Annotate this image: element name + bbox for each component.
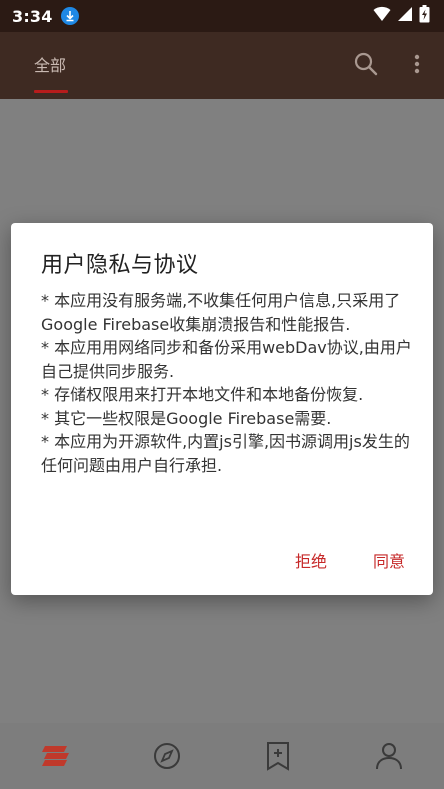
- dialog-paragraph: * 本应用用网络同步和备份采用webDav协议,由用户自己提供同步服务.: [41, 338, 412, 381]
- signal-icon: [397, 6, 413, 26]
- dialog-paragraph: * 其它一些权限是Google Firebase需要.: [41, 408, 332, 428]
- search-icon[interactable]: [352, 50, 380, 78]
- status-time: 3:34: [12, 6, 53, 26]
- dialog-paragraph: * 存储权限用来打开本地文件和本地备份恢复.: [41, 385, 364, 404]
- dialog-paragraph: * 本应用没有服务端,不收集任何用户信息,只采用了Google Firebase…: [41, 291, 401, 334]
- privacy-dialog: 用户隐私与协议 * 本应用没有服务端,不收集任何用户信息,只采用了Google …: [11, 223, 433, 595]
- download-icon: [60, 7, 79, 25]
- tab-all[interactable]: 全部: [34, 52, 66, 76]
- status-left: 3:34: [12, 7, 79, 26]
- tab-indicator: [34, 90, 68, 93]
- more-vert-icon[interactable]: [408, 50, 426, 78]
- battery-charging-icon: [419, 5, 430, 27]
- status-right: [373, 5, 430, 27]
- agree-button[interactable]: 同意: [373, 548, 405, 572]
- status-bar: 3:34: [0, 0, 444, 32]
- bottom-nav: [0, 723, 444, 789]
- app-bar: 全部: [0, 32, 444, 99]
- dialog-title: 用户隐私与协议: [41, 253, 199, 278]
- dialog-paragraph: * 本应用为开源软件,内置js引擎,因书源调用js发生的任何问题由用户自行承担.: [41, 432, 410, 475]
- add-bookmark-icon[interactable]: [258, 736, 298, 776]
- explore-icon[interactable]: [147, 736, 187, 776]
- wifi-icon: [373, 6, 391, 26]
- bookshelf-icon[interactable]: [36, 736, 76, 776]
- dialog-body: * 本应用没有服务端,不收集任何用户信息,只采用了Google Firebase…: [41, 289, 413, 477]
- profile-icon[interactable]: [369, 736, 409, 776]
- decline-button[interactable]: 拒绝: [295, 548, 327, 572]
- dialog-actions: 拒绝 同意: [295, 548, 405, 572]
